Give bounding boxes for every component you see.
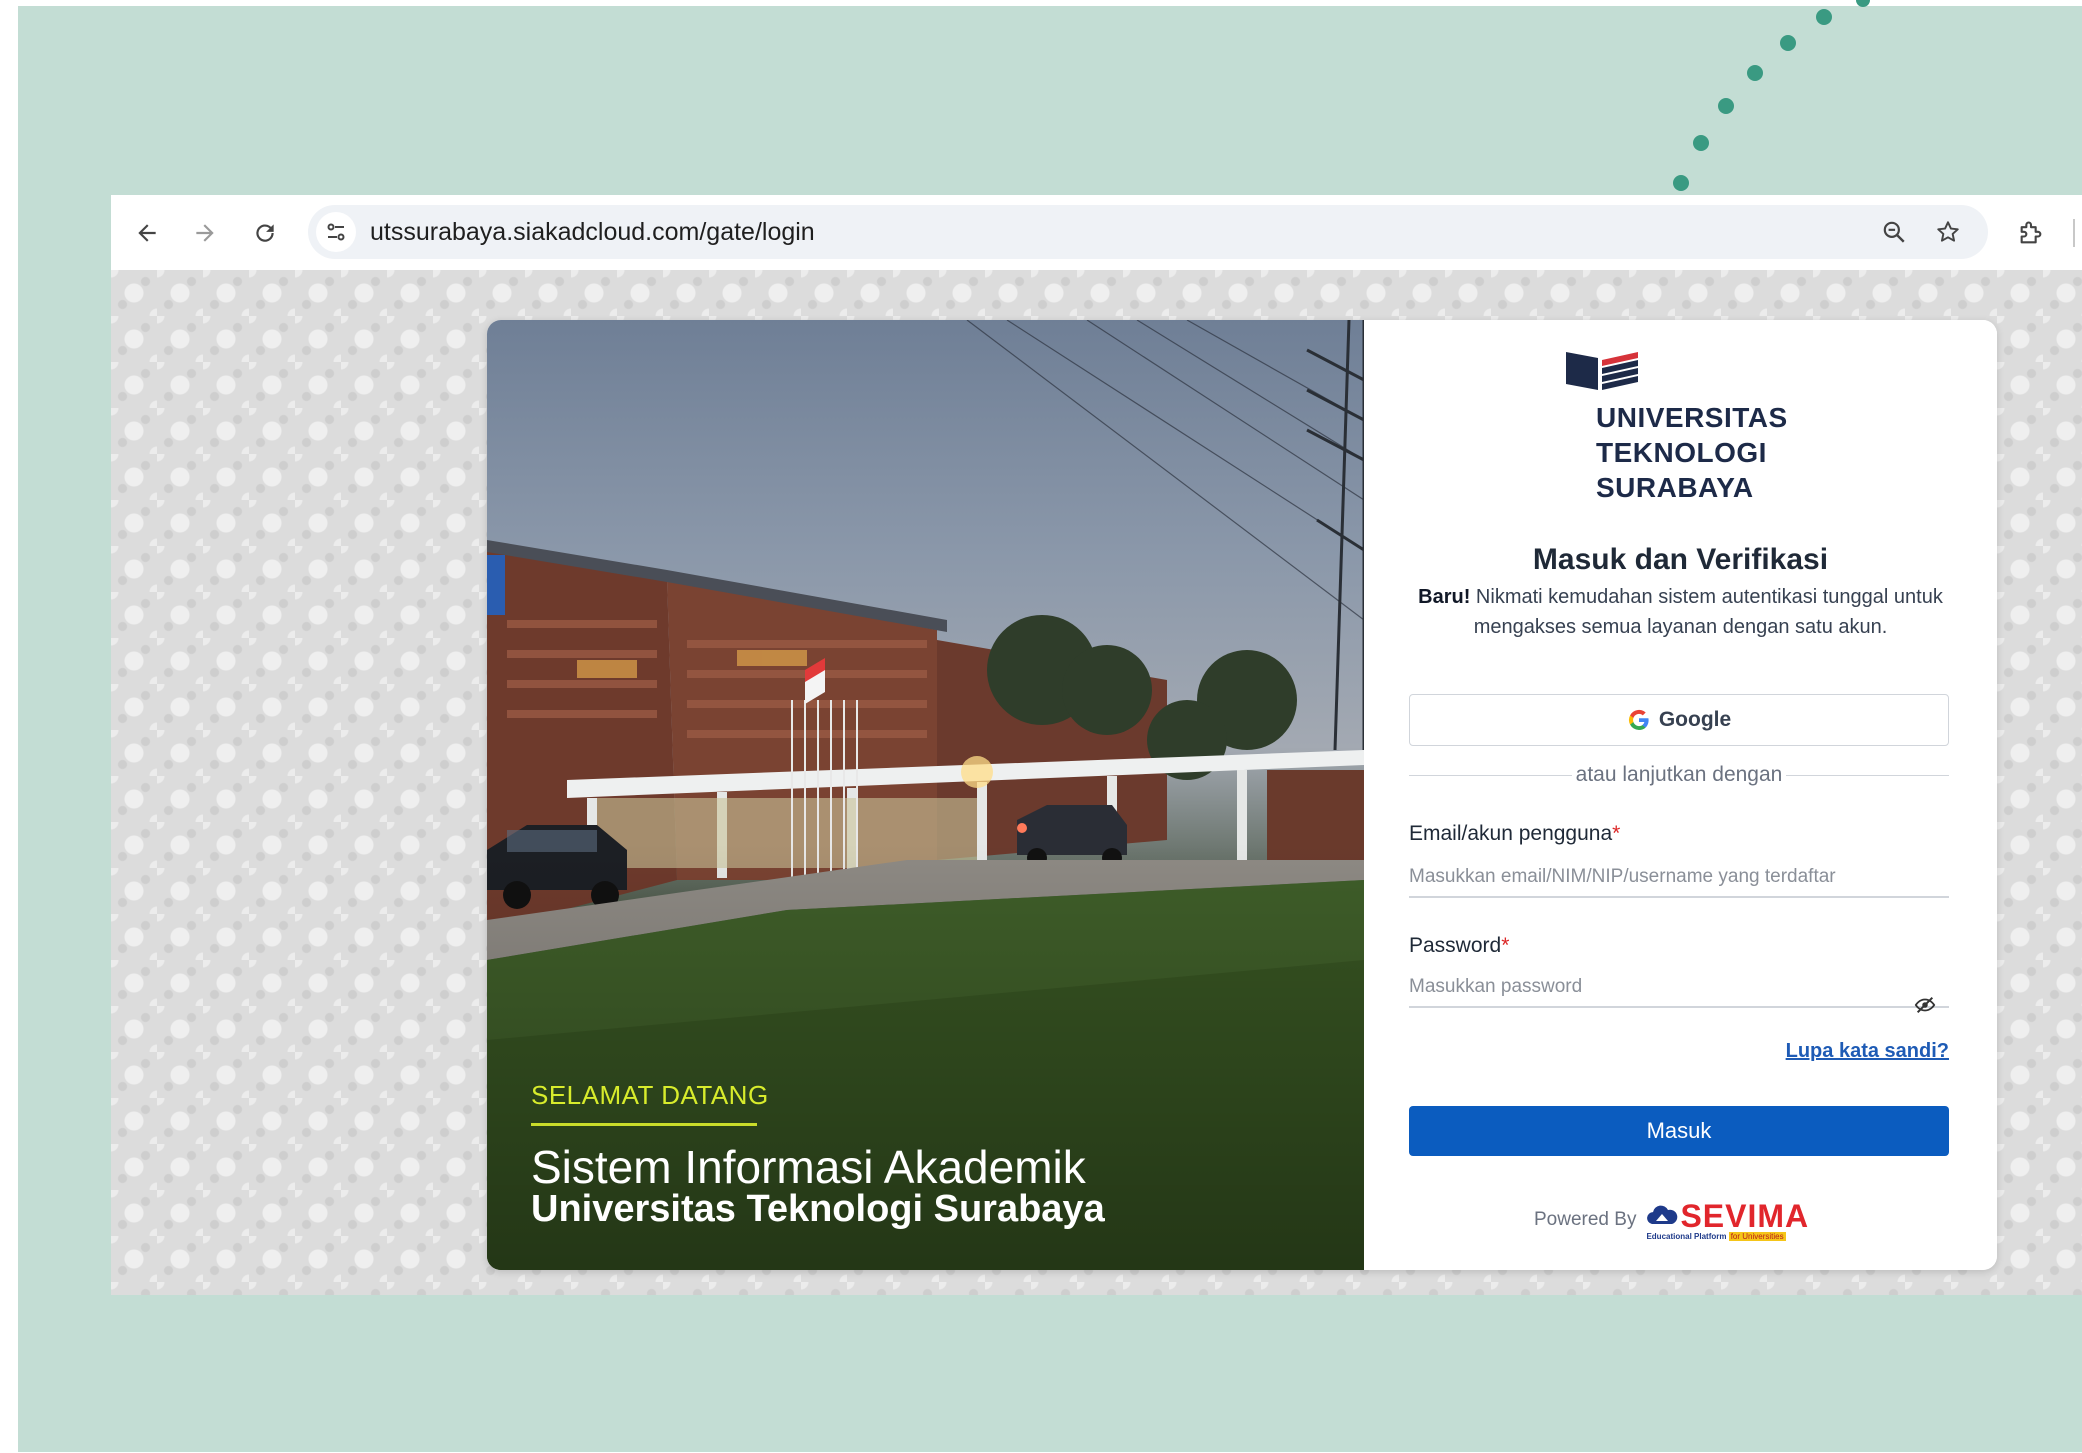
forgot-password-link[interactable]: Lupa kata sandi?	[1786, 1040, 1949, 1063]
or-divider: atau lanjutkan dengan	[1409, 760, 1949, 790]
google-login-button[interactable]: Google	[1409, 694, 1949, 746]
toggle-password-visibility[interactable]	[1912, 992, 1938, 1018]
vendor-tagline-highlight: for Universities	[1728, 1232, 1786, 1241]
campus-photo: SELAMAT DATANG Sistem Informasi Akademik…	[487, 320, 1364, 1270]
arrow-left-icon	[138, 224, 156, 242]
browser-toolbar: utssurabaya.siakadcloud.com/gate/login	[111, 195, 2082, 270]
logo-line-1: UNIVERSITAS	[1596, 402, 1788, 433]
logo-line-2: TEKNOLOGI	[1596, 437, 1767, 468]
logo-line-3: SURABAYA	[1596, 472, 1754, 503]
university-title: Universitas Teknologi Surabaya	[531, 1188, 1105, 1230]
url-text[interactable]: utssurabaya.siakadcloud.com/gate/login	[370, 218, 815, 247]
system-title: Sistem Informasi Akademik	[531, 1141, 1086, 1193]
vendor-name: SEVIMA	[1680, 1198, 1810, 1234]
required-marker: *	[1501, 934, 1510, 957]
reload-button[interactable]	[245, 213, 285, 253]
powered-by: Powered By SEVIMA Educational Platform f…	[1534, 1198, 1818, 1242]
google-button-label: Google	[1658, 708, 1732, 731]
toolbar-separator	[2073, 219, 2075, 247]
form-heading: Masuk dan Verifikasi	[1532, 543, 1829, 576]
email-input[interactable]	[1409, 858, 1949, 898]
login-submit-button[interactable]: Masuk	[1409, 1106, 1949, 1156]
password-input[interactable]	[1409, 968, 1909, 1008]
university-logo-text: UNIVERSITAS TEKNOLOGI SURABAYA	[1596, 400, 1856, 505]
google-icon	[1628, 709, 1649, 730]
email-label: Email/akun pengguna*	[1409, 822, 1620, 846]
university-logo-icon	[1566, 352, 1638, 390]
vendor-tagline-text: Educational Platform	[1646, 1232, 1727, 1241]
divider-text: atau lanjutkan dengan	[1575, 763, 1783, 786]
page-viewport: SELAMAT DATANG Sistem Informasi Akademik…	[111, 270, 2082, 1295]
photo-overlay	[487, 320, 1364, 1270]
description-text: Nikmati kemudahan sistem autentikasi tun…	[1470, 586, 1943, 638]
browser-window: utssurabaya.siakadcloud.com/gate/login S…	[111, 195, 2082, 1295]
puzzle-icon	[2020, 221, 2042, 244]
forward-button[interactable]	[185, 213, 225, 253]
site-info-button[interactable]	[316, 212, 356, 252]
zoom-out-icon	[1883, 221, 1905, 243]
form-description: Baru! Nikmati kemudahan sistem autentika…	[1404, 582, 1957, 642]
email-label-text: Email/akun pengguna	[1409, 822, 1613, 845]
welcome-text: SELAMAT DATANG	[531, 1080, 769, 1110]
tune-icon	[327, 223, 345, 241]
zoom-button[interactable]	[1874, 212, 1914, 252]
arrow-right-icon	[196, 224, 214, 242]
extensions-button[interactable]	[2011, 213, 2051, 253]
eye-off-icon	[1914, 996, 1936, 1014]
cloud-logo-icon	[1647, 1205, 1678, 1224]
new-badge-text: Baru!	[1418, 586, 1471, 608]
reload-icon	[256, 224, 274, 242]
vendor-tagline: Educational Platform for Universities	[1646, 1232, 1786, 1241]
password-label: Password*	[1409, 934, 1509, 958]
powered-by-text: Powered By	[1534, 1209, 1637, 1230]
sevima-logo: SEVIMA Educational Platform for Universi…	[1646, 1198, 1818, 1242]
bookmark-button[interactable]	[1928, 212, 1968, 252]
address-bar[interactable]: utssurabaya.siakadcloud.com/gate/login	[308, 205, 1988, 259]
divider-line-right	[1786, 774, 1949, 776]
star-icon	[1937, 221, 1959, 242]
back-button[interactable]	[127, 213, 167, 253]
login-card: SELAMAT DATANG Sistem Informasi Akademik…	[487, 320, 1997, 1270]
welcome-underline	[531, 1123, 757, 1126]
login-form-panel: UNIVERSITAS TEKNOLOGI SURABAYA Masuk dan…	[1364, 320, 1997, 1270]
divider-line-left	[1409, 774, 1572, 776]
password-label-text: Password	[1409, 934, 1502, 957]
required-marker: *	[1612, 822, 1621, 845]
